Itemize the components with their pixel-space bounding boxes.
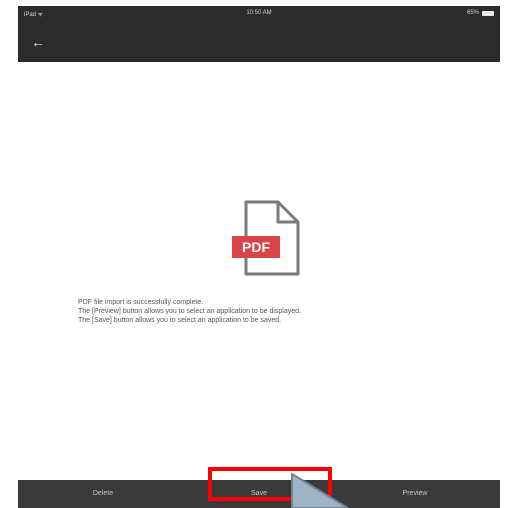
arrow-left-icon: ← xyxy=(31,34,45,50)
pointer-arrow-icon xyxy=(291,473,349,508)
message-line: PDF file import is successfully complete… xyxy=(78,299,204,306)
app-bar: ← xyxy=(18,20,500,62)
preview-button[interactable]: Preview xyxy=(365,480,465,508)
screen: iPad ᯤ 10:50 AM 65% ← PDF PDF file impor… xyxy=(18,6,500,508)
battery-icon xyxy=(482,10,494,16)
main-content: PDF PDF file import is successfully comp… xyxy=(18,62,500,480)
delete-button[interactable]: Delete xyxy=(53,480,153,508)
back-button[interactable]: ← xyxy=(28,32,48,52)
battery-percent: 65% xyxy=(466,10,479,16)
message-line: The [Preview] button allows you to selec… xyxy=(78,308,301,315)
message-line: The [Save] button allows you to select a… xyxy=(78,317,282,324)
pdf-badge-label: PDF xyxy=(242,239,270,255)
battery-status: 65% xyxy=(467,10,494,16)
import-message: PDF file import is successfully complete… xyxy=(78,298,478,325)
status-bar: iPad ᯤ 10:50 AM 65% xyxy=(18,6,500,20)
clock: 10:50 AM xyxy=(246,10,272,16)
pdf-file-icon: PDF xyxy=(232,200,300,276)
